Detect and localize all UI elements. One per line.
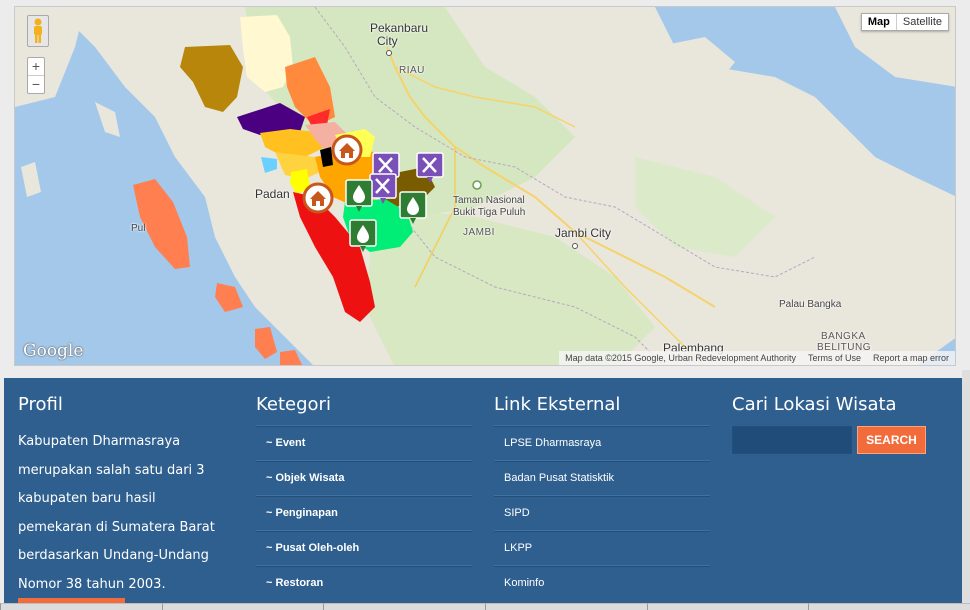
link-item-lpse[interactable]: LPSE Dharmasraya (494, 425, 710, 460)
link-eksternal-heading: Link Eksternal (494, 394, 621, 415)
map-label-bangka: BANGKA (821, 331, 866, 342)
bottom-tab-strip (0, 603, 970, 610)
zoom-control: + − (27, 57, 45, 94)
profil-text: Kabupaten Dharmasraya merupakan salah sa… (18, 434, 215, 592)
map-label-taman2: Bukit Tiga Puluh (453, 207, 526, 218)
google-map[interactable]: Pekanbaru City RIAU Padan Taman Nasional… (14, 6, 956, 366)
kategori-item-event[interactable]: ~ Event (256, 425, 472, 460)
water-drop-marker[interactable] (349, 219, 377, 258)
map-type-map-button[interactable]: Map (862, 14, 896, 30)
zoom-in-button[interactable]: + (28, 58, 44, 75)
cari-lokasi-heading: Cari Lokasi Wisata (732, 394, 897, 415)
site-footer: Profil Kabupaten Dharmasraya merupakan s… (4, 378, 962, 603)
bottom-tab (646, 603, 809, 610)
kategori-item-penginapan[interactable]: ~ Penginapan (256, 495, 472, 530)
bottom-tab (161, 603, 324, 610)
restaurant-marker[interactable] (369, 173, 397, 210)
kategori-list: ~ Event ~ Objek Wisata ~ Penginapan ~ Pu… (256, 425, 472, 600)
map-data-attribution: Map data ©2015 Google, Urban Redevelopme… (565, 353, 796, 363)
map-base-layer (15, 7, 955, 365)
map-label-jambi: JAMBI (463, 227, 495, 238)
city-dot-jambi (572, 243, 578, 249)
water-drop-marker[interactable] (399, 191, 427, 230)
search-input[interactable] (732, 426, 852, 454)
home-marker[interactable] (331, 134, 363, 171)
page-right-edge (962, 370, 970, 603)
map-label-pekanbaru: Pekanbaru (370, 21, 429, 35)
bottom-tab (808, 603, 970, 610)
link-item-kominfo[interactable]: Kominfo (494, 565, 710, 600)
map-label-pulau: Pul (131, 223, 146, 234)
search-button[interactable]: SEARCH (857, 426, 926, 454)
water-drop-marker[interactable] (345, 179, 373, 218)
map-label-taman1: Taman Nasional (453, 195, 525, 206)
street-view-pegman-icon[interactable] (27, 15, 49, 47)
link-item-sipd[interactable]: SIPD (494, 495, 710, 530)
google-logo[interactable]: Google (23, 341, 83, 361)
map-label-padang: Padan (255, 187, 290, 201)
report-map-error-link[interactable]: Report a map error (867, 351, 955, 365)
kategori-item-pusat-oleh-oleh[interactable]: ~ Pusat Oleh-oleh (256, 530, 472, 565)
map-label-city: City (377, 34, 398, 48)
link-item-lkpp[interactable]: LKPP (494, 530, 710, 565)
map-attribution: Map data ©2015 Google, Urban Redevelopme… (559, 351, 955, 365)
map-label-riau: RIAU (399, 65, 425, 76)
bottom-tab (485, 603, 647, 610)
kategori-item-objek-wisata[interactable]: ~ Objek Wisata (256, 460, 472, 495)
bottom-tab (323, 603, 486, 610)
map-type-control: Map Satellite (860, 13, 949, 31)
browser-viewport: Pekanbaru City RIAU Padan Taman Nasional… (0, 0, 970, 610)
link-eksternal-list: LPSE Dharmasraya Badan Pusat Statisktik … (494, 425, 710, 600)
kategori-heading: Ketegori (256, 394, 331, 415)
kategori-item-restoran[interactable]: ~ Restoran (256, 565, 472, 600)
map-label-jambi-city: Jambi City (555, 226, 612, 240)
zoom-out-button[interactable]: − (28, 76, 44, 93)
restaurant-marker[interactable] (416, 152, 444, 189)
profil-heading: Profil (18, 394, 63, 415)
terms-of-use-link[interactable]: Terms of Use (802, 351, 867, 365)
link-item-bps[interactable]: Badan Pusat Statisktik (494, 460, 710, 495)
bottom-tab (0, 603, 162, 610)
map-label-palau-bangka: Palau Bangka (779, 299, 842, 310)
city-dot-pekanbaru (386, 50, 392, 56)
home-marker[interactable] (302, 182, 334, 219)
map-type-satellite-button[interactable]: Satellite (897, 14, 948, 30)
